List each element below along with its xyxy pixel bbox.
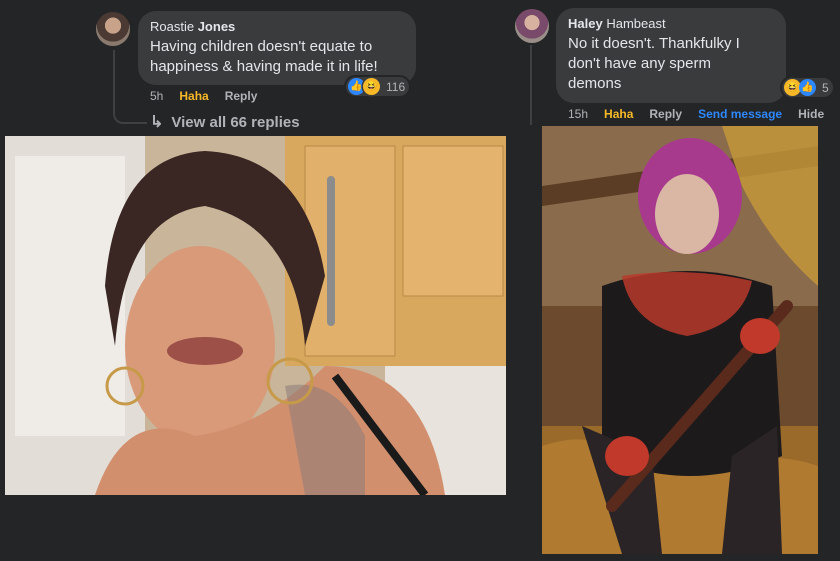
comment-text: No it doesn't. Thankfulky I don't have a… [568, 34, 774, 94]
reaction-summary[interactable]: 👍 😆 116 [346, 77, 410, 96]
reaction-summary[interactable]: 😆 👍 5 [782, 78, 833, 97]
avatar[interactable] [515, 9, 549, 43]
comment-timestamp[interactable]: 5h [150, 89, 163, 103]
comment-bubble: Roastie Jones Having children doesn't eq… [138, 11, 416, 85]
avatar[interactable] [96, 12, 130, 46]
left-photo-image [5, 136, 506, 495]
view-replies-link[interactable]: ↳ View all 66 replies [150, 112, 300, 132]
author-first-name[interactable]: Roastie [150, 19, 194, 34]
reaction-count: 5 [822, 80, 829, 95]
comment-text-line: don't have any sperm [568, 55, 711, 72]
thread-line [530, 45, 532, 125]
author-first-name[interactable]: Haley [568, 16, 603, 31]
send-message-button[interactable]: Send message [698, 107, 782, 121]
reply-arrow-icon: ↳ [150, 114, 164, 131]
comment-text-line: Having children doesn't equate to [150, 38, 373, 55]
comment-text-line: happiness & having made it in life! [150, 58, 378, 75]
author-last-name[interactable]: Hambeast [606, 16, 665, 31]
haha-icon: 😆 [363, 78, 380, 95]
left-photo[interactable] [5, 136, 506, 495]
comment-author[interactable]: Haley Hambeast [568, 16, 774, 32]
view-replies-label: View all 66 replies [171, 113, 300, 131]
author-last-name[interactable]: Jones [198, 19, 236, 34]
haha-reaction-button[interactable]: Haha [179, 89, 208, 103]
comment-timestamp[interactable]: 15h [568, 107, 588, 121]
hide-button[interactable]: Hide [798, 107, 824, 121]
haha-reaction-button[interactable]: Haha [604, 107, 633, 121]
comment-actions: 15h Haha Reply Send message Hide [568, 107, 824, 121]
comment-text: Having children doesn't equate to happin… [150, 37, 404, 77]
comment-text-line: No it doesn't. Thankfulky I [568, 35, 740, 52]
right-photo-image [542, 126, 818, 554]
reply-button[interactable]: Reply [225, 89, 258, 103]
reaction-count: 116 [386, 79, 406, 94]
right-photo[interactable] [542, 126, 818, 554]
comment-actions: 5h Haha Reply [150, 89, 257, 103]
reply-button[interactable]: Reply [649, 107, 682, 121]
comment-text-line: demons [568, 75, 622, 92]
like-icon: 👍 [799, 79, 816, 96]
comment-author[interactable]: Roastie Jones [150, 19, 404, 35]
comment-bubble: Haley Hambeast No it doesn't. Thankfulky… [556, 8, 786, 103]
